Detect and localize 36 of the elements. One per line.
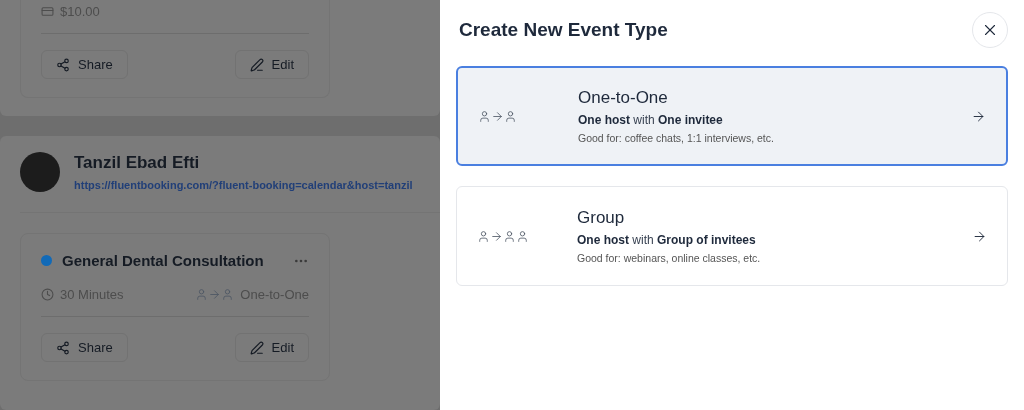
arrow-icon	[490, 229, 503, 243]
host-name: Tanzil Ebad Efti	[74, 153, 201, 173]
share-icon	[56, 340, 70, 355]
calendar-link[interactable]: https://fluentbooking.com/?fluent-booking=calendar&host=tanzil	[74, 179, 413, 191]
avatar	[20, 152, 60, 192]
option-note: Good for: coffee chats, 1:1 interviews, etc.	[578, 132, 775, 144]
edit-button[interactable]: Edit	[234, 50, 309, 79]
person-icon	[504, 109, 517, 123]
share-button[interactable]: Share	[41, 50, 128, 79]
drawer-title: Create New Event Type	[458, 19, 668, 41]
person-icon	[503, 229, 516, 243]
option-subtitle: One host with One invitee	[578, 113, 724, 127]
event-type-option[interactable]: Group One host with Group of invitees Good for: webinars, online classes, etc.	[456, 186, 1008, 286]
option-note: Good for: webinars, online classes, etc.	[577, 252, 762, 264]
pencil-icon	[249, 340, 264, 355]
share-icon	[56, 57, 70, 72]
close-button[interactable]	[972, 12, 1008, 48]
clock-icon	[41, 288, 54, 301]
edit-button[interactable]: Edit	[234, 333, 309, 362]
person-icon	[516, 229, 529, 243]
option-title: Group	[577, 208, 626, 228]
person-icon	[195, 288, 209, 301]
card-icon	[41, 5, 54, 18]
person-icon	[477, 229, 490, 243]
option-subtitle: One host with Group of invitees	[577, 233, 757, 247]
option-title: One-to-One	[578, 88, 669, 108]
arrow-icon	[208, 288, 222, 301]
arrow-icon	[491, 109, 504, 123]
person-icon	[478, 109, 491, 123]
share-button[interactable]: Share	[41, 333, 128, 362]
event-type-option[interactable]: One-to-One One host with One invitee Good for: coffee chats, 1:1 interviews, etc.	[456, 66, 1008, 166]
pencil-icon	[249, 57, 264, 72]
person-icon	[221, 288, 235, 301]
arrow-icon	[971, 108, 986, 124]
event-title: General Dental Consultation	[62, 252, 265, 269]
arrow-icon	[972, 228, 987, 244]
